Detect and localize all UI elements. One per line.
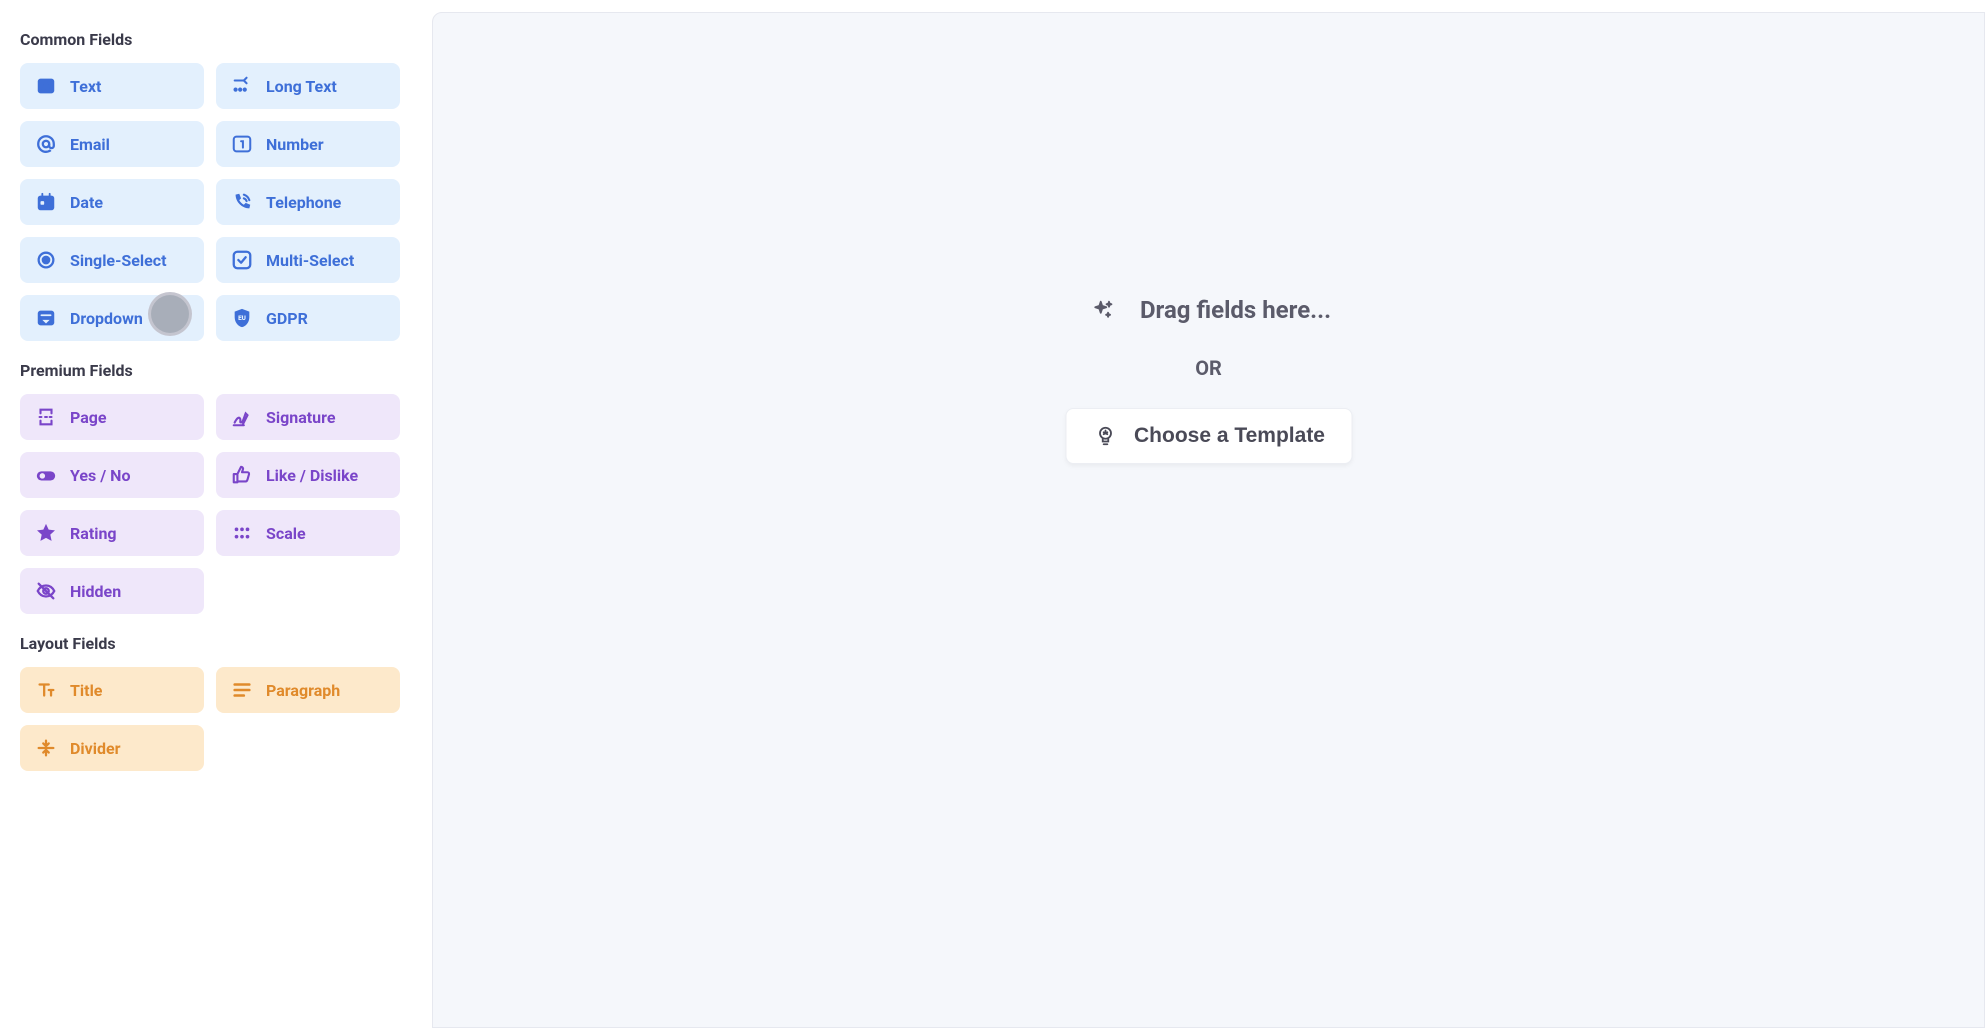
text-a-icon: A [34,74,58,98]
common-fields-grid: A Text Long Text Email Number Date Telep… [20,63,400,341]
field-email[interactable]: Email [20,121,204,167]
field-rating[interactable]: Rating [20,510,204,556]
field-yes-no[interactable]: Yes / No [20,452,204,498]
field-label: Multi-Select [266,251,354,270]
shield-eu-icon: EU [230,306,254,330]
field-label: Single-Select [70,251,167,270]
field-label: Like / Dislike [266,466,358,485]
choose-template-button[interactable]: Choose a Template [1065,408,1352,464]
field-label: Hidden [70,582,121,601]
field-title[interactable]: Title [20,667,204,713]
signature-icon [230,405,254,429]
star-icon [34,521,58,545]
field-label: Dropdown [70,309,143,328]
or-separator: OR [1195,356,1222,380]
template-button-label: Choose a Template [1134,424,1325,448]
scale-icon [230,521,254,545]
field-label: Email [70,135,110,154]
at-icon [34,132,58,156]
fields-sidebar: Common Fields A Text Long Text Email Num… [0,0,420,1028]
form-canvas[interactable]: Drag fields here... OR Choose a Template [432,12,1985,1028]
field-gdpr[interactable]: EU GDPR [216,295,400,341]
number-one-icon [230,132,254,156]
field-label: Title [70,681,102,700]
sparkle-icon [1086,292,1122,328]
canvas-empty-state: Drag fields here... OR Choose a Template [1065,292,1352,464]
divider-icon [34,736,58,760]
field-label: GDPR [266,309,308,328]
field-page[interactable]: Page [20,394,204,440]
field-multi-select[interactable]: Multi-Select [216,237,400,283]
page-break-icon [34,405,58,429]
field-label: Long Text [266,77,337,96]
field-number[interactable]: Number [216,121,400,167]
dropdown-icon [34,306,58,330]
field-like-dislike[interactable]: Like / Dislike [216,452,400,498]
field-label: Signature [266,408,335,427]
field-hidden[interactable]: Hidden [20,568,204,614]
field-divider[interactable]: Divider [20,725,204,771]
radio-icon [34,248,58,272]
calendar-icon [34,190,58,214]
field-telephone[interactable]: Telephone [216,179,400,225]
thumb-icon [230,463,254,487]
toggle-icon [34,463,58,487]
field-label: Text [70,77,101,96]
svg-text:EU: EU [238,314,246,322]
field-single-select[interactable]: Single-Select [20,237,204,283]
drag-hint-text: Drag fields here... [1140,296,1331,324]
layout-fields-grid: Title Paragraph Divider [20,667,400,771]
eye-off-icon [34,579,58,603]
field-dropdown[interactable]: Dropdown [20,295,204,341]
field-text[interactable]: A Text [20,63,204,109]
field-date[interactable]: Date [20,179,204,225]
field-label: Divider [70,739,120,758]
field-scale[interactable]: Scale [216,510,400,556]
phone-icon [230,190,254,214]
field-label: Paragraph [266,681,340,700]
field-label: Rating [70,524,117,543]
field-label: Page [70,408,107,427]
field-label: Yes / No [70,466,130,485]
premium-fields-grid: Page Signature Yes / No Like / Dislike R… [20,394,400,614]
checkbox-icon [230,248,254,272]
long-text-icon [230,74,254,98]
section-title-layout: Layout Fields [20,634,400,653]
paragraph-icon [230,678,254,702]
field-signature[interactable]: Signature [216,394,400,440]
field-label: Scale [266,524,306,543]
section-title-common: Common Fields [20,30,400,49]
field-label: Number [266,135,324,154]
section-title-premium: Premium Fields [20,361,400,380]
field-label: Telephone [266,193,341,212]
svg-text:A: A [42,83,50,93]
field-long-text[interactable]: Long Text [216,63,400,109]
title-t-icon [34,678,58,702]
lightbulb-icon [1092,423,1118,449]
field-label: Date [70,193,103,212]
field-paragraph[interactable]: Paragraph [216,667,400,713]
drag-hint-row: Drag fields here... [1086,292,1331,328]
